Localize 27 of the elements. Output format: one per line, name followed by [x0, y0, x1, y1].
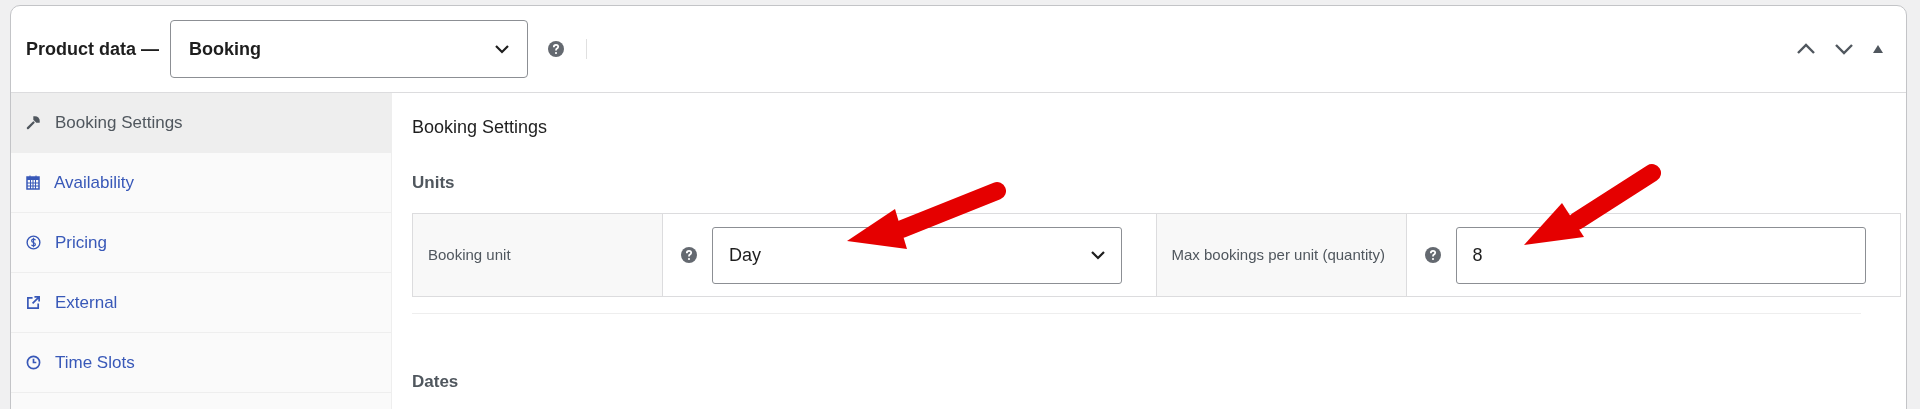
sidebar-tab[interactable]: Booking Settings — [11, 93, 391, 153]
chevron-down-icon — [495, 44, 509, 54]
dollar-icon — [26, 235, 41, 250]
move-down-icon[interactable] — [1834, 43, 1854, 55]
booking-unit-select[interactable]: Day — [712, 226, 1122, 284]
field-label: Booking unit — [413, 214, 663, 296]
panel-heading: Booking Settings — [412, 117, 549, 138]
clock-icon — [26, 355, 41, 370]
quantity-field[interactable]: 8 — [1455, 226, 1866, 284]
sidebar-tab[interactable]: Pricing — [11, 213, 391, 273]
chevron-down-icon — [1090, 250, 1105, 260]
sidebar-tab[interactable]: Time Slots — [11, 333, 391, 393]
sidebar-tab[interactable]: External — [11, 273, 391, 333]
product-type-select[interactable]: Booking — [170, 20, 528, 78]
field-label: Max bookings per unit (quantity) — [1156, 214, 1407, 296]
collapse-icon[interactable] — [1872, 44, 1884, 54]
section-heading: Units — [412, 173, 456, 193]
section-heading: Dates — [412, 372, 460, 392]
help-icon[interactable] — [548, 41, 564, 57]
sidebar-tab[interactable]: Availability — [11, 153, 391, 213]
move-up-icon[interactable] — [1796, 43, 1816, 55]
wrench-icon — [26, 115, 41, 130]
help-icon[interactable] — [681, 247, 697, 263]
calendar-icon — [26, 175, 40, 190]
external-link-icon — [26, 295, 41, 310]
help-icon[interactable] — [1424, 247, 1441, 263]
panel-title: Product data — — [26, 38, 159, 60]
